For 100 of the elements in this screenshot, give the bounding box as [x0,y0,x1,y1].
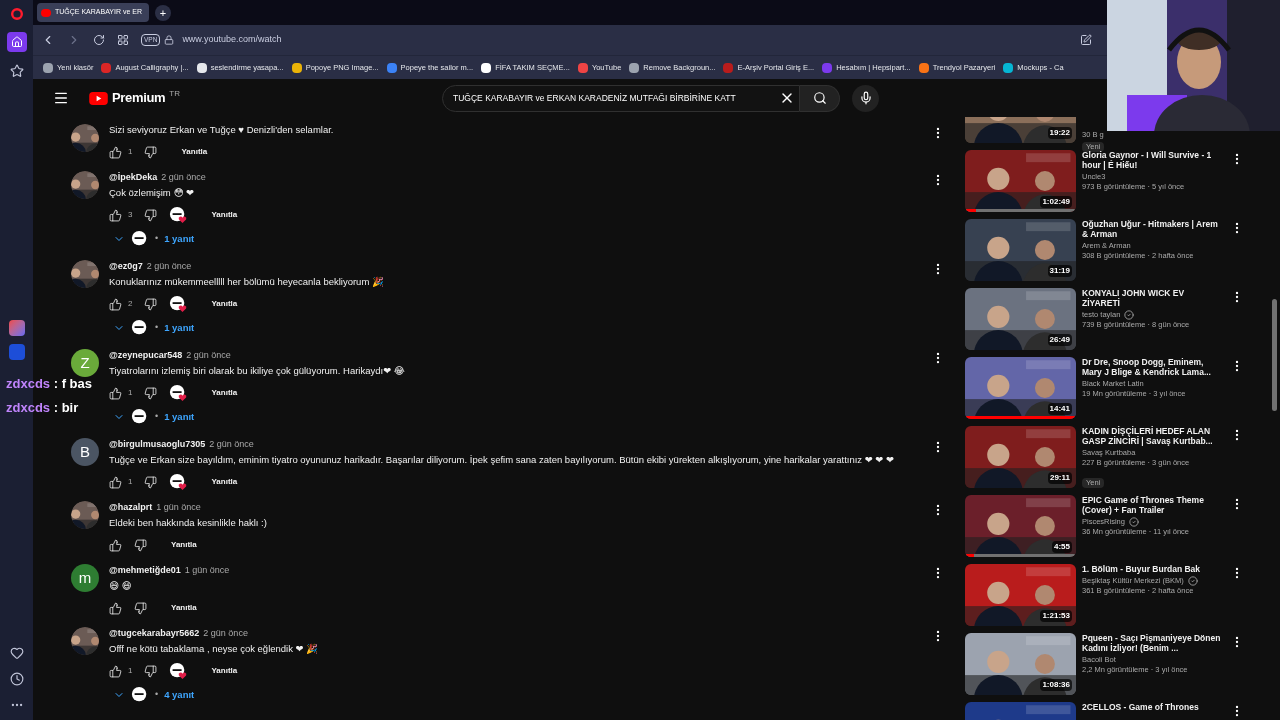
like-icon[interactable] [109,386,122,400]
comment-author[interactable]: @birgulmusaoglu7305 [109,436,206,452]
separator-dot: • [155,688,159,702]
video-title[interactable]: 1. Bölüm - Buyur Burdan Bak [1082,564,1224,574]
avatar[interactable]: B [71,438,99,466]
duration-badge: 14:41 [1047,403,1072,415]
replies-link[interactable]: 1 yanıt [164,409,195,425]
comment-author[interactable]: @tugcekarabayr5662 [109,625,200,641]
browser-logo-icon[interactable] [10,8,23,20]
dislike-icon[interactable] [144,475,158,489]
dislike-icon[interactable] [144,145,158,159]
video-title[interactable]: Dr Dre, Snoop Dogg, Eminem, Mary J Blige & Kendrick Lama... [1082,357,1224,377]
duration-badge: 29:11 [1047,472,1072,484]
like-count: 1 [128,387,133,399]
comment-author[interactable]: @ez0g7 [109,258,143,274]
replies-link[interactable]: 4 yanıt [164,687,195,703]
reply-button[interactable]: Yanıtla [167,602,201,614]
comment-text: Tiyatrolarını izlemiş biri olarak bu ikiliye çok gülüyorum. Harikaydı❤ 😂 [109,364,406,378]
reply-button[interactable]: Yanıtla [177,146,212,158]
video-title[interactable]: Oğuzhan Uğur - Hitmakers | Arem & Arman [1082,219,1224,239]
video-title[interactable]: KONYALI JOHN WICK EV ZİYARETİ [1082,288,1224,308]
like-icon[interactable] [109,664,122,678]
dislike-icon[interactable] [144,386,158,400]
replies-link[interactable]: 1 yanıt [164,320,195,336]
reply-button[interactable]: Yanıtla [207,387,242,399]
like-icon[interactable] [109,475,122,489]
comment-text: Konuklarınız mükemmeelllll her bölümü heyecanla bekliyorum 🎉 [109,275,385,289]
comment-text: Eldeki ben hakkında kesinlikle haklı :) [109,516,268,530]
creator-avatar-icon [131,686,149,704]
duration-badge: 1:02:49 [1040,196,1072,208]
duration-badge: 1:08:36 [1040,679,1072,691]
duration-badge: 1:21:53 [1040,610,1072,622]
like-count: 2 [128,298,133,310]
comment-text: Çok özlemişim 😳 ❤ [109,186,195,200]
comment-time: 2 gün önce [161,171,206,184]
dislike-icon[interactable] [144,664,158,678]
lock-icon [164,35,175,45]
home-button[interactable] [6,32,27,52]
star-icon[interactable] [9,64,24,78]
search-icon [812,91,827,105]
search-field[interactable]: TUĞÇE KARABAYIR ve ERKAN KARADENİZ MUTFAĞI BİRBİRİNE KATT [442,84,801,112]
comment-time: 2 gün önce [203,627,248,640]
dislike-icon[interactable] [144,297,158,311]
history-icon[interactable] [9,672,24,686]
video-title[interactable]: Pqueen - Saçı Pişmaniyeye Dönen Kadını İzliyor! (Benim ... [1082,633,1224,653]
youtube-logo-icon[interactable] [89,91,108,105]
duration-badge: 31:19 [1047,265,1072,277]
like-icon[interactable] [109,208,122,222]
youtube-icon [41,8,51,17]
reply-button[interactable]: Yanıtla [207,298,242,310]
grid-icon[interactable] [117,34,129,46]
reload-icon[interactable] [93,34,105,46]
comment-author[interactable]: @mehmetiğde01 [109,562,181,578]
dislike-icon[interactable] [144,208,158,222]
menu-icon[interactable] [53,90,69,106]
video-title[interactable]: 2CELLOS - Game of Thrones [1082,702,1224,712]
comment-text: Sizi seviyoruz Erkan ve Tuğçe ♥ Denizli'den selamlar. [109,123,335,137]
dislike-icon[interactable] [134,601,147,615]
like-icon[interactable] [109,538,122,552]
app-icon[interactable] [8,320,25,336]
home-icon [10,36,23,48]
reply-button[interactable]: Yanıtla [207,665,242,677]
creator-avatar-icon [131,230,149,248]
duration-badge: 26:49 [1047,334,1072,346]
comment-author[interactable]: @hazalprt [109,499,153,515]
like-icon[interactable] [109,601,122,615]
replies-link[interactable]: 1 yanıt [164,231,195,247]
mic-button[interactable] [852,84,880,112]
video-title[interactable]: Gloria Gaynor - I Will Survive - 1 hour | É Hiếu! [1082,150,1224,170]
comment-time: 1 gün önce [156,501,201,514]
creator-avatar-icon [131,408,149,426]
dislike-icon[interactable] [134,538,147,552]
reply-button[interactable]: Yanıtla [207,476,242,488]
video-title[interactable]: KADIN DİŞÇİLERİ HEDEF ALAN GASP ZİNCİRİ | Savaş Kurtbab... [1082,426,1224,446]
new-tab-button[interactable]: + [155,4,171,21]
reply-button[interactable]: Yanıtla [167,539,201,551]
logo-text[interactable]: Premium [112,88,166,108]
like-icon[interactable] [109,297,122,311]
heart-icon[interactable] [9,646,24,660]
mic-icon [858,91,873,105]
url-field[interactable]: www.youtube.com/watch [182,33,282,47]
comment-author[interactable]: @İpekDeka [109,169,158,185]
search-button[interactable] [800,84,841,112]
like-icon[interactable] [109,145,122,159]
comment-time: 2 gün önce [209,438,254,451]
separator-dot: • [155,232,159,246]
avatar[interactable]: m [71,564,99,592]
reply-button[interactable]: Yanıtla [207,209,242,221]
like-count: 1 [128,146,133,158]
messenger-icon[interactable] [8,344,25,360]
video-title[interactable]: EPIC Game of Thrones Theme (Cover) + Fan Trailer [1082,495,1224,515]
separator-dot: • [155,410,159,424]
comment-time: 1 gün önce [184,564,230,577]
comment-author[interactable]: @zeynepucar548 [109,347,183,363]
region-label: TR [169,88,181,101]
like-count: 3 [128,209,133,221]
comment-text: 😄 😄 [109,579,133,593]
edit-icon[interactable] [1080,34,1092,46]
comment-text: Offf ne kötü tabaklama , neyse çok eğlendik ❤ 🎉 [109,642,320,656]
comment-time: 2 gün önce [186,349,231,362]
